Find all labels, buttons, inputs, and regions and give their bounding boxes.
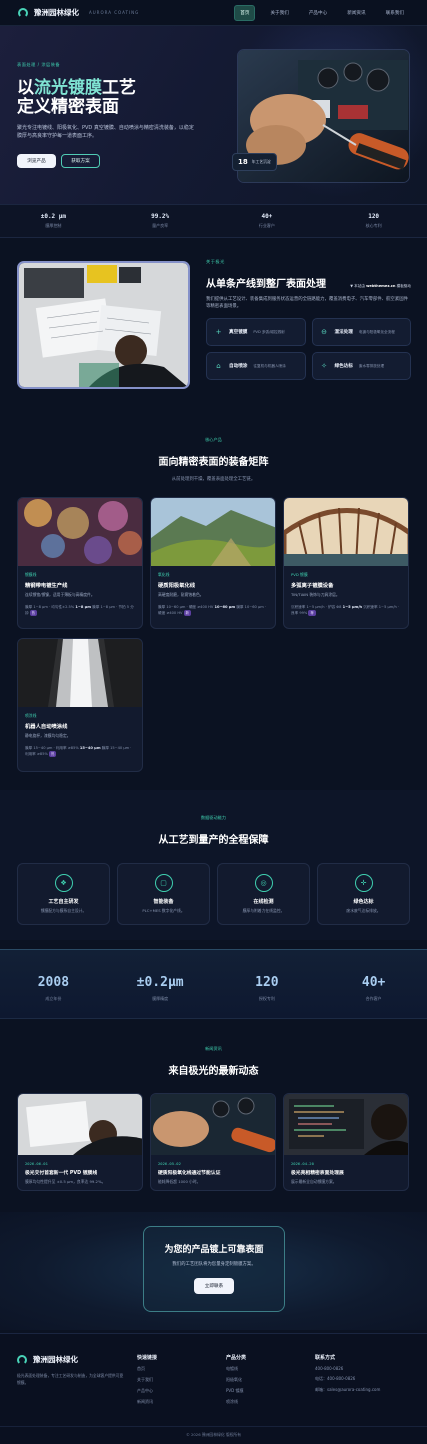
product-image-waterfall bbox=[18, 639, 142, 707]
assurance-card: ✛ 绿色达标 废水废气达标排放。 bbox=[317, 863, 410, 925]
about-features: + 真空镀膜 PVD 多弧/磁控溅射 ⊖ 湿法处理 电镀与阳极氧化全流程 ⌂ 自… bbox=[206, 318, 411, 380]
footer-description: 极光表面处理装备，专注工艺研发与制造，为全球客户提供可靠镀膜。 bbox=[17, 1373, 124, 1385]
stat-item: ±0.2 μm 膜厚控制 bbox=[40, 213, 67, 228]
logo-icon bbox=[18, 7, 28, 18]
cta-description: 我们的工艺团队将为您量身定制镀膜方案。 bbox=[172, 1262, 256, 1267]
footer-link[interactable]: 喷涂线 bbox=[226, 1399, 246, 1405]
assurance-card: ▢ 智能装备 PLC+MES 数字化产线。 bbox=[117, 863, 210, 925]
nav-products[interactable]: 产品中心 bbox=[304, 6, 332, 20]
footer-contact: 联系方式 400-800-0826 电话：400-800-0826 邮箱：sal… bbox=[315, 1355, 381, 1393]
stats-strip-bottom: 2008 成立年份 ±0.2μm 膜厚精度 120 授权专利 40+ 合作客户 bbox=[0, 949, 427, 1019]
stat-item: 40+ 行业客户 bbox=[258, 213, 275, 228]
news-eyebrow: 新闻资讯 bbox=[205, 1046, 222, 1051]
top-navbar: 豫洲园林绿化 AURORA COATING 首页 关于我们 产品中心 新闻资讯 … bbox=[0, 0, 427, 26]
assurance-card: ◎ 在线检测 膜厚与附着力在线监控。 bbox=[217, 863, 310, 925]
news-image-drawings bbox=[18, 1094, 142, 1155]
copyright: © 2026 豫洲园林绿化 版权所有 bbox=[0, 1426, 427, 1438]
template-source-link[interactable]: webthemez.cn bbox=[366, 284, 395, 288]
footer-link[interactable]: 首页 bbox=[137, 1366, 157, 1372]
product-card[interactable]: PVD 镀膜 多弧离子镀膜设备 TiN/TiAlN 装饰与刀具涂层。 沉积速率 … bbox=[283, 497, 409, 629]
document-icon: ▢ bbox=[154, 874, 173, 892]
assurance-card: ❖ 工艺自主研发 镀膜配方与膜系自主设计。 bbox=[17, 863, 110, 925]
news-card[interactable]: 2026-04-20 极光亮相精密表面处理展 展示最新全自动镀膜方案。 bbox=[283, 1093, 409, 1191]
stat-item: ±0.2μm 膜厚精度 bbox=[136, 975, 184, 1001]
assurance-eyebrow: 数据驱动能力 bbox=[200, 815, 227, 820]
footer-link[interactable]: 阳极氧化 bbox=[226, 1377, 246, 1383]
stat-item: 99.2% 量产良率 bbox=[151, 213, 170, 228]
about-section: 关于极光 从单条产线到整厂表面处理 ▼ 本站由 webthemez.cn 模板驱… bbox=[206, 259, 411, 380]
contact-now-button[interactable]: 立即联系 bbox=[194, 1278, 234, 1294]
news-image-soldering bbox=[151, 1094, 275, 1155]
experience-badge: 18 年工艺沉淀 bbox=[232, 153, 277, 171]
product-image-bridge bbox=[284, 498, 408, 566]
nav-home[interactable]: 首页 bbox=[234, 4, 256, 21]
template-source-note: ▼ 本站由 webthemez.cn 模板驱动 bbox=[350, 284, 411, 288]
hero-description: 聚光专注电镀线、阳极氧化、PVD 真空镀膜、自动喷涂与精密清洗装备，以稳定膜厚与… bbox=[17, 125, 194, 139]
brand-name: 豫洲园林绿化 bbox=[34, 8, 79, 17]
about-image-engineer-drawings bbox=[17, 261, 190, 389]
news-title: 来自极光的最新动态 bbox=[168, 1066, 259, 1077]
experience-label: 年工艺沉淀 bbox=[251, 159, 271, 164]
footer-link[interactable]: PVD 镀膜 bbox=[226, 1388, 246, 1394]
crosshair-icon: ✛ bbox=[354, 874, 373, 892]
nav-news[interactable]: 新闻资讯 bbox=[342, 6, 370, 20]
home-icon: ⌂ bbox=[216, 362, 221, 370]
news-header: 新闻资讯 来自极光的最新动态 bbox=[0, 1046, 427, 1077]
about-description: 我们提供从工艺设计、装备集成到服务状态运营的全链路能力，覆盖消费电子、汽车零部件… bbox=[206, 297, 408, 309]
footer-link[interactable]: 电镀线 bbox=[226, 1366, 246, 1372]
minus-circle-icon: ⊖ bbox=[321, 328, 327, 336]
get-solution-button[interactable]: 获取方案 bbox=[61, 154, 100, 168]
stat-item: 120 授权专利 bbox=[255, 975, 279, 1001]
logo-icon bbox=[17, 1354, 27, 1365]
nav-contact[interactable]: 联系我们 bbox=[381, 6, 409, 20]
brand-subtitle: AURORA COATING bbox=[89, 10, 140, 15]
cta-title: 为您的产品镀上可靠表面 bbox=[164, 1245, 264, 1255]
hero-eyebrow: 表面处理 / 涂层装备 bbox=[17, 62, 61, 67]
stat-item: 120 核心专利 bbox=[365, 213, 382, 228]
product-image-bokeh bbox=[18, 498, 142, 566]
product-image-green-hills bbox=[151, 498, 275, 566]
product-card[interactable]: 喷涂线 机器人自动喷涂线 静电旋杯，漆膜均匀稳定。 膜厚 15~40 μm · … bbox=[17, 638, 143, 772]
equipment-title: 面向精密表面的装备矩阵 bbox=[158, 457, 269, 468]
assurance-header: 数据驱动能力 从工艺到量产的全程保障 bbox=[0, 815, 427, 846]
hero-title: 以流光镀膜工艺 定义精密表面 bbox=[17, 78, 136, 117]
equipment-eyebrow: 核心产品 bbox=[205, 437, 222, 442]
feature-vacuum-coating: + 真空镀膜 PVD 多弧/磁控溅射 bbox=[206, 318, 306, 346]
about-title: 从单条产线到整厂表面处理 bbox=[206, 279, 326, 290]
feature-green-compliance: ✧ 绿色达标 废水零排放处理 bbox=[311, 352, 411, 380]
footer-link[interactable]: 关于我们 bbox=[137, 1377, 157, 1383]
footer-link[interactable]: 新闻资讯 bbox=[137, 1399, 157, 1405]
stats-strip-top: ±0.2 μm 膜厚控制 99.2% 量产良率 40+ 行业客户 120 核心专利 bbox=[0, 204, 427, 238]
news-card[interactable]: 2026-05-02 硬质阳极氧化线通过节能认证 能耗降低超 1000 小时。 bbox=[150, 1093, 276, 1191]
browse-products-button[interactable]: 浏览产品 bbox=[17, 154, 56, 168]
layers-icon: ❖ bbox=[54, 874, 73, 892]
about-eyebrow: 关于极光 bbox=[206, 259, 225, 264]
brand[interactable]: 豫洲园林绿化 AURORA COATING bbox=[18, 7, 139, 18]
stat-item: 40+ 合作客户 bbox=[361, 975, 386, 1001]
target-icon: ◎ bbox=[254, 874, 273, 892]
product-card[interactable]: 氧化线 硬质阳极氧化线 高硬度耐磨，耐腐蚀着色。 膜厚 10~60 μm · 硬… bbox=[150, 497, 276, 629]
footer-quick-links: 快速链接 首页 关于我们 产品中心 新闻资讯 bbox=[137, 1355, 158, 1405]
assurance-title: 从工艺到量产的全程保障 bbox=[158, 835, 269, 846]
cta-box: 为您的产品镀上可靠表面 我们的工艺团队将为您量身定制镀膜方案。 立即联系 bbox=[143, 1226, 285, 1312]
feature-wet-process: ⊖ 湿法处理 电镀与阳极氧化全流程 bbox=[311, 318, 411, 346]
equipment-subtitle: 从前处理到干燥，覆盖表面处理全工艺链。 bbox=[171, 477, 256, 482]
footer-link[interactable]: 产品中心 bbox=[137, 1388, 157, 1394]
plus-icon: + bbox=[215, 328, 222, 336]
news-image-monitor-code bbox=[284, 1094, 408, 1155]
experience-years: 18 bbox=[238, 158, 248, 166]
equipment-header: 核心产品 面向精密表面的装备矩阵 从前处理到干燥，覆盖表面处理全工艺链。 bbox=[0, 437, 427, 482]
feature-auto-spray: ⌂ 自动喷涂 往复机与机器人喷涂 bbox=[206, 352, 306, 380]
nav-about[interactable]: 关于我们 bbox=[265, 6, 293, 20]
footer-product-categories: 产品分类 电镀线 阳极氧化 PVD 镀膜 喷涂线 bbox=[226, 1355, 247, 1405]
sparkle-icon: ✧ bbox=[321, 362, 327, 370]
stat-item: 2008 成立年份 bbox=[37, 975, 70, 1001]
footer-email[interactable]: 邮箱：sales@aurora-coating.com bbox=[315, 1387, 380, 1393]
news-card[interactable]: 2026-06-01 极光交付首套新一代 PVD 镀膜线 膜厚均匀性提升至 ±0… bbox=[17, 1093, 143, 1191]
product-card[interactable]: 镀膜线 精钢带电镀生产线 连续镀铬/镀镍，适用于薄板与高精度件。 膜厚 1~8 … bbox=[17, 497, 143, 629]
footer-brand[interactable]: 豫洲园林绿化 bbox=[17, 1354, 127, 1365]
